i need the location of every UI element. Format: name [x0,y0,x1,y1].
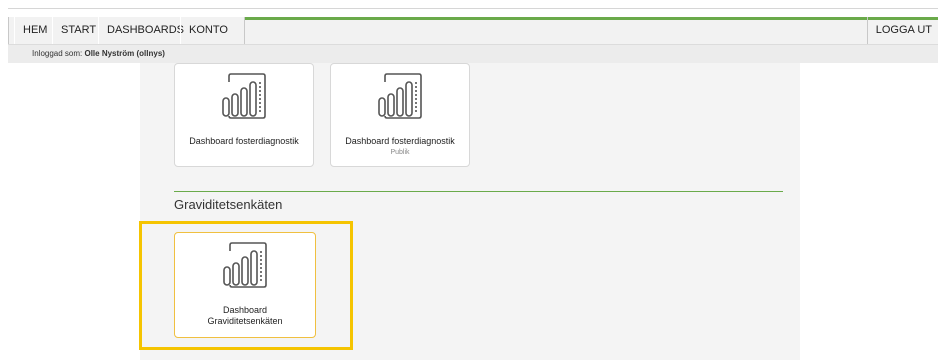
nav-item-konto[interactable]: KONTO [180,17,236,44]
card-title: Dashboard fosterdiagnostik [345,136,455,146]
dashboard-card[interactable]: Dashboard fosterdiagnostik [174,63,314,167]
logout-button[interactable]: LOGGA UT [866,17,938,44]
dashboard-card-public[interactable]: Dashboard fosterdiagnostik Publik [330,63,470,167]
login-status: Inloggad som: Olle Nyström (ollnys) [8,45,938,63]
power-bi-dashboard-icon [222,73,266,119]
nav-accent-line [244,17,938,20]
section-divider [174,191,783,192]
nav-separator [8,17,9,44]
nav-item-dashboards[interactable]: DASHBOARDS [98,17,192,44]
login-user: Olle Nyström (ollnys) [84,49,165,58]
card-subtitle: Publik [390,149,410,156]
nav-item-hem[interactable]: HEM [14,17,55,44]
section-title: Graviditetsenkäten [174,197,283,212]
login-prefix: Inloggad som: [32,49,85,58]
card-title: Dashboard fosterdiagnostik [189,136,299,146]
highlight-box [139,221,353,350]
nav-item-start[interactable]: START [52,17,104,44]
power-bi-dashboard-icon [378,73,422,119]
top-border [8,8,938,9]
nav-separator [244,17,245,44]
